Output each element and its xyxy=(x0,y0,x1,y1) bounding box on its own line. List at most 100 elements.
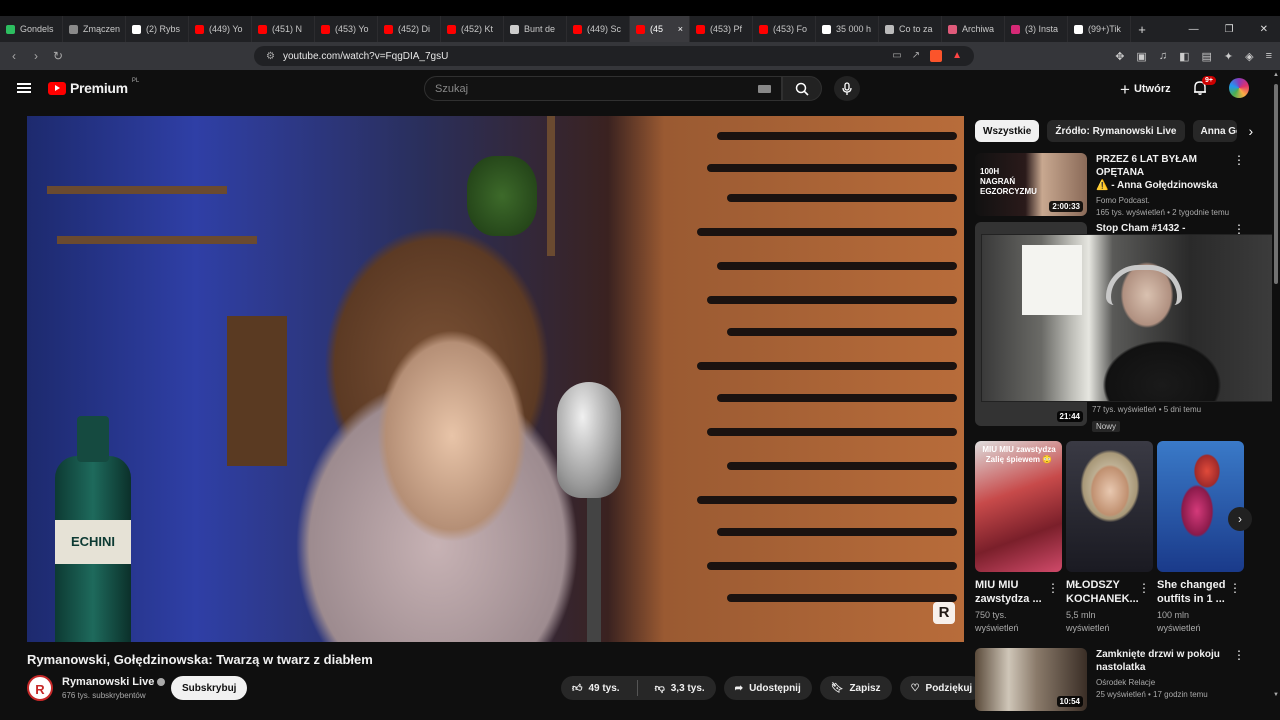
chip-anna[interactable]: Anna Go xyxy=(1192,120,1237,142)
more-vertical-icon[interactable]: ⋮ xyxy=(1047,581,1059,595)
leo-icon[interactable]: ✦ xyxy=(1224,50,1233,63)
notifications-button[interactable]: 9+ xyxy=(1192,76,1216,96)
menu-hamburger-icon[interactable] xyxy=(17,83,31,93)
browser-tab[interactable]: (45 × xyxy=(630,16,690,42)
page-scrollbar[interactable]: ▲ ▼ xyxy=(1272,70,1280,710)
browser-tab[interactable]: Gondels xyxy=(0,16,63,42)
new-tab-icon[interactable]: + xyxy=(1131,22,1153,37)
tab-close-icon[interactable]: × xyxy=(678,24,683,34)
thanks-button[interactable]: ♡ Podziękuj xyxy=(899,676,984,700)
scrollbar-thumb[interactable] xyxy=(1274,84,1278,284)
back-icon[interactable]: ‹ xyxy=(8,49,20,63)
chip-source[interactable]: Źródło: Rymanowski Live xyxy=(1047,120,1185,142)
chip-all[interactable]: Wszystkie xyxy=(975,120,1040,142)
url-input[interactable]: ⚙ youtube.com/watch?v=FqgDIA_7gsU ▭ ↗ ▲ xyxy=(254,46,974,66)
short-title[interactable]: She changed outfits in 1 ... xyxy=(1157,578,1231,606)
voice-search-button[interactable] xyxy=(834,76,860,101)
chevron-right-icon[interactable]: › xyxy=(1249,123,1254,139)
short-views-label: wyświetleń xyxy=(1066,623,1110,633)
site-settings-icon[interactable]: ⚙ xyxy=(266,51,275,62)
wallet-icon[interactable]: ▤ xyxy=(1201,50,1211,63)
video-thumbnail[interactable]: 100H NAGRAŃ EGZORCYZMU 2:00:33 xyxy=(975,153,1087,216)
browser-tab[interactable]: (453) Yo xyxy=(315,16,378,42)
shelf xyxy=(57,236,257,244)
recommendation-item[interactable]: 100H NAGRAŃ EGZORCYZMU 2:00:33 PRZEZ 6 L… xyxy=(975,153,1246,219)
scroll-up-icon[interactable]: ▲ xyxy=(1273,72,1279,78)
screenshot-icon[interactable]: ▣ xyxy=(1136,50,1146,63)
short-item[interactable]: She changed outfits in 1 ... 100 mln wyśw… xyxy=(1157,441,1245,635)
restore-icon[interactable]: ❐ xyxy=(1225,24,1234,35)
rewards-icon[interactable]: ▲ xyxy=(952,50,962,62)
browser-tab[interactable]: (453) Pf xyxy=(690,16,753,42)
channel-watermark[interactable]: R xyxy=(933,602,955,624)
keyboard-icon[interactable] xyxy=(758,84,771,93)
browser-tab[interactable]: (2) Rybs xyxy=(126,16,189,42)
more-vertical-icon[interactable]: ⋮ xyxy=(1232,648,1246,662)
reload-icon[interactable]: ↻ xyxy=(52,49,64,63)
subscribe-button[interactable]: Subskrybuj xyxy=(171,676,248,700)
scroll-down-icon[interactable]: ▼ xyxy=(1273,692,1279,698)
account-avatar[interactable] xyxy=(1229,78,1249,98)
create-button[interactable]: + Utwórz xyxy=(1120,79,1171,99)
save-button[interactable]: 🔖︎ Zapisz xyxy=(819,676,892,700)
browser-tab[interactable]: (452) Kt xyxy=(441,16,504,42)
tab-label: (99+)Tik xyxy=(1088,24,1121,34)
short-views-count: 750 tys. xyxy=(975,610,1007,620)
short-thumbnail[interactable]: MIU MIU zawstydza Zalię śpiewem 😳 xyxy=(975,441,1062,572)
browser-toolbar-icons: ✥ ▣ ♫ ◧ ▤ ✦ ◈ ≡ xyxy=(1115,50,1272,63)
minimize-icon[interactable]: — xyxy=(1189,24,1199,35)
like-button[interactable]: 👍︎ 49 tys. xyxy=(561,676,631,700)
thumbs-down-icon: 👎︎ xyxy=(654,683,665,694)
browser-tab[interactable]: (451) N xyxy=(252,16,315,42)
rec-title[interactable]: PRZEZ 6 LAT BYŁAM OPĘTANA ⚠️ - Anna Gołęd… xyxy=(1096,153,1246,192)
floating-mini-player[interactable] xyxy=(981,234,1280,402)
video-player[interactable]: ECHINI R xyxy=(27,116,964,642)
browser-tab[interactable]: (449) Yo xyxy=(189,16,252,42)
channel-avatar[interactable]: R xyxy=(27,675,53,701)
music-icon[interactable]: ♫ xyxy=(1159,50,1167,63)
shorts-next-button[interactable]: › xyxy=(1228,507,1252,531)
short-thumbnail[interactable] xyxy=(1066,441,1153,572)
short-title[interactable]: MIU MIU zawstydza ... xyxy=(975,578,1049,606)
browser-tab[interactable]: (452) Di xyxy=(378,16,441,42)
video-thumbnail[interactable]: 10:54 xyxy=(975,648,1087,711)
recommendation-item[interactable]: 10:54 Zamknięte drzwi w pokoju nastolatka… xyxy=(975,648,1246,711)
browser-tab[interactable]: Archiwa xyxy=(942,16,1005,42)
more-vertical-icon[interactable]: ⋮ xyxy=(1229,581,1241,595)
browser-tab[interactable]: (453) Fo xyxy=(753,16,816,42)
browser-tab[interactable]: (449) Sc xyxy=(567,16,630,42)
rec-channel[interactable]: Fomo Podcast. xyxy=(1096,196,1150,205)
browser-tab[interactable]: Co to za xyxy=(879,16,942,42)
channel-name[interactable]: Rymanowski Live xyxy=(62,676,154,688)
channel-name-row[interactable]: Rymanowski Live xyxy=(62,676,166,688)
browser-tab[interactable]: 35 000 h xyxy=(816,16,879,42)
short-title[interactable]: MŁODSZY KOCHANEK... xyxy=(1066,578,1140,606)
rec-channel[interactable]: Ośrodek Relacje xyxy=(1096,678,1155,687)
short-item[interactable]: MIU MIU zawstydza Zalię śpiewem 😳 MIU MI… xyxy=(975,441,1063,635)
share-page-icon[interactable]: ↗ xyxy=(912,50,920,62)
short-views-label: wyświetleń xyxy=(975,623,1019,633)
shelf xyxy=(47,186,227,194)
extensions-icon[interactable]: ✥ xyxy=(1115,50,1124,63)
brave-shield-icon[interactable] xyxy=(930,50,943,62)
forward-icon[interactable]: › xyxy=(30,49,42,63)
vpn-icon[interactable]: ◈ xyxy=(1245,50,1253,63)
cast-icon[interactable]: ▭ xyxy=(892,50,901,62)
search-input[interactable]: Szukaj xyxy=(424,76,782,101)
search-button[interactable] xyxy=(782,76,822,101)
more-vertical-icon[interactable]: ⋮ xyxy=(1138,581,1150,595)
browser-tab[interactable]: (99+)Tik xyxy=(1068,16,1131,42)
browser-tab[interactable]: Bunt de xyxy=(504,16,567,42)
sidebar-icon[interactable]: ◧ xyxy=(1179,50,1189,63)
short-thumbnail[interactable] xyxy=(1157,441,1244,572)
youtube-premium-logo[interactable]: Premium PL xyxy=(48,78,139,96)
more-vertical-icon[interactable]: ⋮ xyxy=(1232,153,1246,167)
browser-tab[interactable]: (3) Insta xyxy=(1005,16,1068,42)
browser-tab[interactable]: Zmączen xyxy=(63,16,126,42)
rec-title[interactable]: Zamknięte drzwi w pokoju nastolatka xyxy=(1096,648,1246,674)
menu-icon[interactable]: ≡ xyxy=(1266,50,1272,63)
dislike-button[interactable]: 👎︎ 3,3 tys. xyxy=(644,676,716,700)
share-button[interactable]: ➦ Udostępnij xyxy=(723,676,812,700)
close-window-icon[interactable]: ✕ xyxy=(1260,24,1268,35)
short-item[interactable]: MŁODSZY KOCHANEK... 5,5 mln wyświetleń ⋮ xyxy=(1066,441,1154,635)
